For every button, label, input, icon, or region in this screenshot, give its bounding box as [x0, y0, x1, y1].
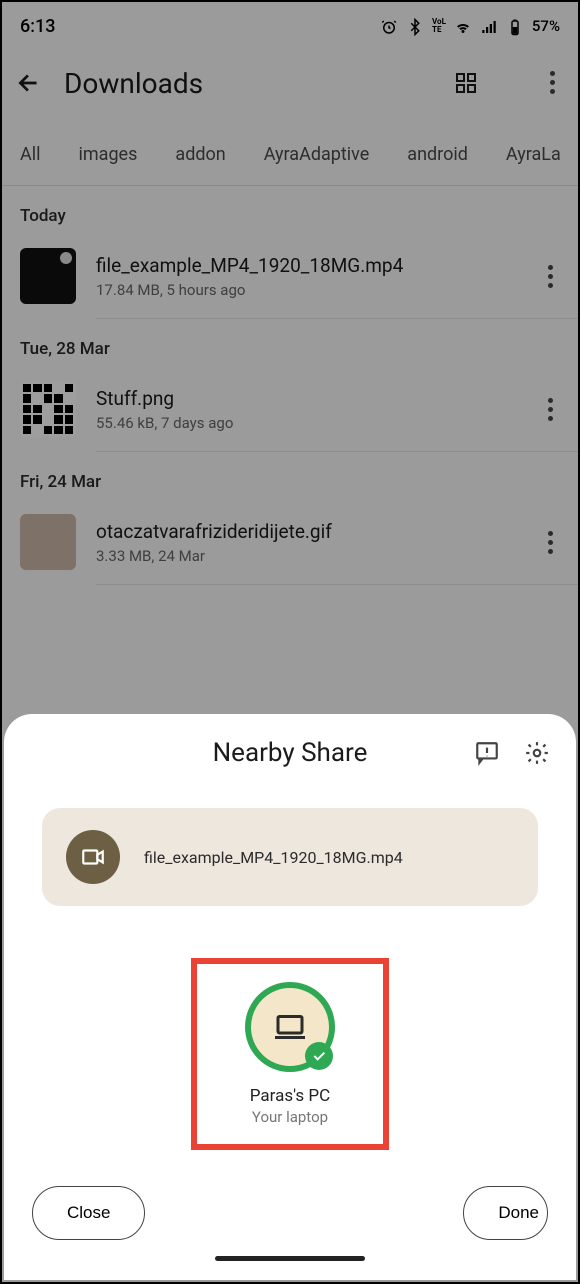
laptop-icon	[272, 1009, 308, 1045]
feedback-icon[interactable]	[474, 740, 500, 766]
settings-icon[interactable]	[524, 740, 550, 766]
done-button[interactable]: Done	[463, 1186, 548, 1240]
device-subtitle: Your laptop	[252, 1108, 328, 1126]
shared-file-name: file_example_MP4_1920_18MG.mp4	[144, 848, 403, 867]
check-icon	[305, 1042, 333, 1070]
video-icon	[66, 830, 120, 884]
close-button[interactable]: Close	[32, 1186, 145, 1240]
device-name: Paras's PC	[250, 1086, 330, 1106]
device-target[interactable]	[245, 982, 335, 1072]
sheet-title: Nearby Share	[213, 738, 368, 768]
shared-file-chip: file_example_MP4_1920_18MG.mp4	[42, 808, 538, 906]
nearby-share-sheet: Nearby Share file_example_MP4_1920_18MG.…	[4, 714, 576, 1280]
home-indicator[interactable]	[215, 1256, 365, 1261]
device-target-highlight: Paras's PC Your laptop	[191, 958, 389, 1150]
